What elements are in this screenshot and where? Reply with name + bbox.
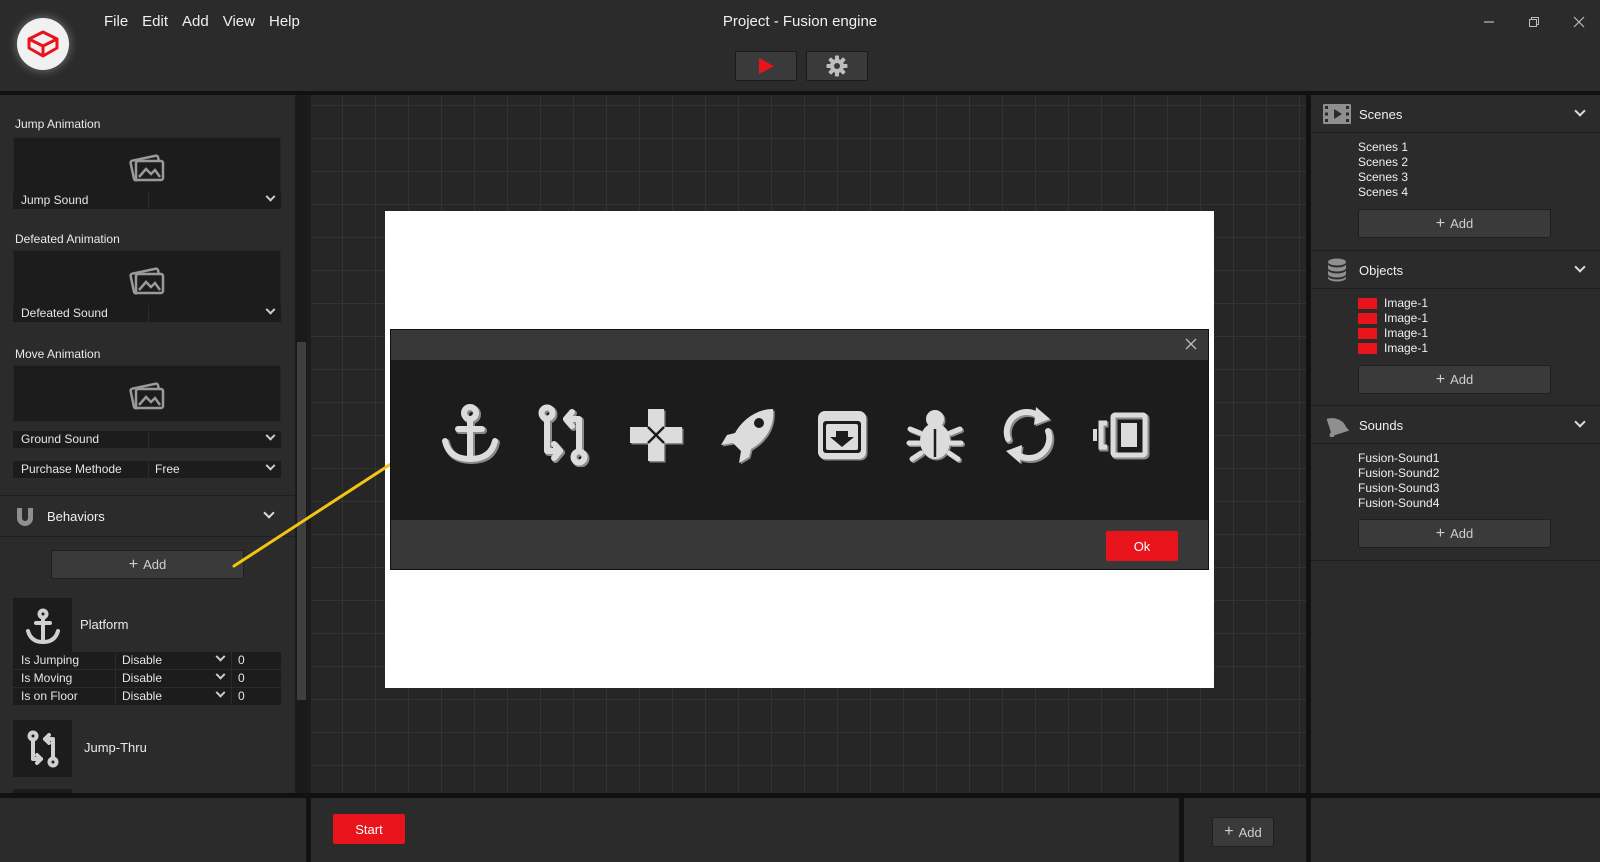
sound-item[interactable]: Fusion-Sound3 [1358,481,1439,496]
rocket-icon [721,409,775,465]
database-icon [1323,257,1351,283]
sound-item[interactable]: Fusion-Sound4 [1358,496,1439,511]
dialog-header [391,330,1208,360]
jump-thru-icon [538,404,590,467]
bottom-left-panel [0,798,306,862]
scenes-section-header[interactable]: Scenes [1311,95,1600,133]
scenes-title: Scenes [1359,107,1403,122]
bottom-right-panel [1311,798,1600,862]
object-item[interactable]: Image-1 [1358,296,1428,311]
scene-item[interactable]: Scenes 1 [1358,140,1408,155]
plus-icon: + [1435,524,1446,542]
sounds-section-header[interactable]: Sounds [1311,406,1600,444]
sound-item[interactable]: Fusion-Sound2 [1358,466,1439,481]
anchor-icon [442,404,500,465]
bell-icon [1323,412,1351,438]
event-bar [311,798,1179,862]
archive-icon [818,411,868,461]
color-swatch [1358,328,1377,339]
objects-title: Objects [1359,263,1404,278]
behavior-option-jump-thru[interactable] [528,400,598,470]
add-object-button[interactable]: + Add [1358,365,1551,394]
resize-icon [1093,412,1150,460]
behavior-option-anchor[interactable] [435,400,505,470]
object-item[interactable]: Image-1 [1358,311,1428,326]
plus-icon: + [1435,370,1446,388]
film-icon [1323,101,1351,127]
add-sound-button[interactable]: + Add [1358,519,1551,548]
app-logo-icon[interactable] [17,18,69,70]
sound-item[interactable]: Fusion-Sound1 [1358,451,1439,466]
plus-icon: + [1435,214,1446,232]
chevron-down-icon [1574,416,1586,428]
refresh-icon [1003,407,1055,465]
gamepad-icon [630,409,684,463]
chevron-down-icon [1574,261,1586,273]
scene-item[interactable]: Scenes 2 [1358,155,1408,170]
behavior-option-archive[interactable] [807,400,877,470]
sounds-title: Sounds [1359,418,1404,433]
objects-section-header[interactable]: Objects [1311,251,1600,289]
scene-item[interactable]: Scenes 3 [1358,170,1408,185]
color-swatch [1358,298,1377,309]
color-swatch [1358,313,1377,324]
object-item[interactable]: Image-1 [1358,341,1428,356]
scene-item[interactable]: Scenes 4 [1358,185,1408,200]
dialog-footer: Ok [391,520,1208,569]
behavior-picker-dialog: Ok [390,329,1209,570]
plus-icon: + [1224,823,1234,840]
behavior-option-rocket[interactable] [714,400,784,470]
ok-button[interactable]: Ok [1106,531,1178,561]
behavior-option-gamepad[interactable] [621,400,691,470]
behavior-option-bug[interactable] [900,400,970,470]
behavior-option-resize[interactable] [1086,400,1156,470]
add-event-button[interactable]: + Add [1212,817,1274,847]
start-button[interactable]: Start [333,814,405,844]
chevron-down-icon [1574,105,1586,117]
close-icon[interactable] [1184,337,1198,351]
divider [1311,560,1600,561]
behavior-option-refresh[interactable] [993,400,1063,470]
bug-icon [906,410,965,463]
add-scene-button[interactable]: + Add [1358,209,1551,238]
project-panel [1311,95,1600,793]
object-item[interactable]: Image-1 [1358,326,1428,341]
color-swatch [1358,343,1377,354]
